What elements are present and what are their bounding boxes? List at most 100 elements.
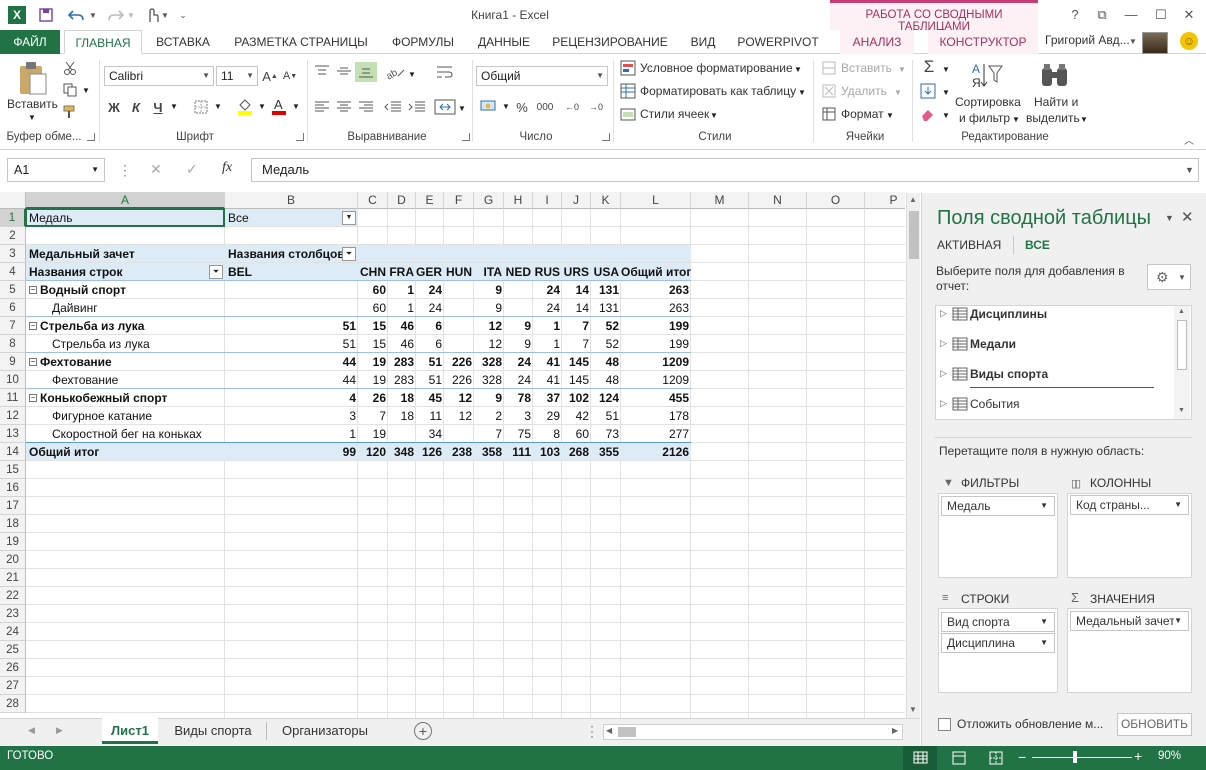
value-cell[interactable]: 15 [358, 317, 388, 335]
expand-icon[interactable]: ▷ [940, 308, 947, 319]
paste-dropdown-icon[interactable]: ▼ [28, 113, 36, 122]
row-header-13[interactable]: 13 [0, 425, 26, 443]
tab-analyze[interactable]: АНАЛИЗ [840, 30, 914, 54]
value-cell[interactable]: 263 [621, 299, 691, 317]
field-table-item[interactable]: ▷ Дисциплины [936, 306, 1172, 328]
value-cell[interactable]: 328 [474, 353, 504, 371]
hscroll-right-icon[interactable]: ▶ [892, 726, 898, 735]
column-header-a[interactable]: A [26, 192, 225, 209]
column-header-g[interactable]: G [474, 192, 504, 209]
row-header-12[interactable]: 12 [0, 407, 26, 425]
find-select-dropdown-icon[interactable]: ▼ [1080, 115, 1088, 124]
formula-input[interactable]: Медаль [251, 158, 1199, 182]
sheet-tab-hosts[interactable]: Организаторы [270, 718, 380, 744]
zoom-level[interactable]: 90% [1158, 750, 1181, 762]
row-header-17[interactable]: 17 [0, 497, 26, 515]
filter-value-cell[interactable]: Все [225, 209, 358, 227]
align-middle-icon[interactable] [336, 64, 352, 78]
row-header-15[interactable]: 15 [0, 461, 26, 479]
filter-field-medal[interactable]: Медаль ▼ [941, 496, 1055, 516]
format-cells-button[interactable]: Формат [841, 107, 884, 121]
value-cell[interactable]: 60 [358, 299, 388, 317]
grand-total-value[interactable]: 99 [225, 443, 358, 461]
value-cell[interactable]: 78 [504, 389, 533, 407]
country-header[interactable]: GER [416, 263, 444, 281]
value-cell[interactable]: 7 [474, 425, 504, 443]
grand-total-value[interactable]: 2126 [621, 443, 691, 461]
autosum-icon[interactable]: Σ [920, 57, 938, 76]
value-cell[interactable]: 73 [591, 425, 621, 443]
orientation-icon[interactable]: ab [384, 64, 406, 80]
value-cell[interactable] [225, 281, 358, 299]
column-header-l[interactable]: L [621, 192, 691, 209]
tab-data[interactable]: ДАННЫЕ [472, 30, 536, 54]
column-header-h[interactable]: H [504, 192, 533, 209]
value-cell[interactable]: 29 [533, 407, 562, 425]
value-cell[interactable] [504, 281, 533, 299]
tab-file[interactable]: ФАЙЛ [0, 30, 60, 54]
scroll-down-icon[interactable]: ▼ [909, 705, 917, 714]
grand-total-value[interactable]: 348 [388, 443, 416, 461]
value-cell[interactable]: 51 [225, 335, 358, 353]
cut-icon[interactable] [62, 60, 78, 76]
tab-all-fields[interactable]: ВСЕ [1025, 238, 1050, 252]
font-color-dropdown-icon[interactable]: ▼ [292, 102, 300, 111]
fill-color-icon[interactable] [236, 96, 254, 116]
value-cell[interactable]: 328 [474, 371, 504, 389]
row-header-21[interactable]: 21 [0, 569, 26, 587]
sort-filter-label-1[interactable]: Сортировка [955, 95, 1021, 109]
value-cell[interactable]: 51 [225, 317, 358, 335]
row-header-14[interactable]: 14 [0, 443, 26, 461]
row-label-cell[interactable]: Дайвинг [26, 299, 225, 317]
pane-options-icon[interactable]: ▼ [1165, 213, 1174, 223]
find-select-label-2[interactable]: выделить [1026, 111, 1080, 125]
fill-color-dropdown-icon[interactable]: ▼ [258, 102, 266, 111]
normal-view-button[interactable] [903, 746, 937, 770]
value-cell[interactable]: 46 [388, 317, 416, 335]
defer-update-checkbox[interactable] [938, 718, 951, 731]
tab-home[interactable]: ГЛАВНАЯ [64, 30, 142, 54]
format-as-table-button[interactable]: Форматировать как таблицу [640, 84, 796, 98]
field-table-item[interactable]: ▷ Медали [936, 336, 1172, 358]
country-header[interactable]: BEL [225, 263, 358, 281]
value-cell[interactable] [444, 281, 474, 299]
value-cell[interactable]: 145 [562, 371, 591, 389]
decrease-decimal-icon[interactable]: →0 [586, 98, 606, 116]
tab-split-grip-icon[interactable]: ⋮ [585, 723, 599, 740]
value-cell[interactable]: 9 [474, 299, 504, 317]
number-format-combo[interactable]: Общий ▼ [476, 66, 608, 86]
sheet-tab-list1[interactable]: Лист1 [102, 718, 158, 744]
value-cell[interactable]: 131 [591, 299, 621, 317]
percent-icon[interactable]: % [514, 98, 530, 116]
row-header-23[interactable]: 23 [0, 605, 26, 623]
country-header[interactable]: FRA [388, 263, 416, 281]
font-color-icon[interactable]: A [270, 96, 288, 116]
tab-powerpivot[interactable]: POWERPIVOT [732, 30, 824, 54]
close-button[interactable]: ✕ [1178, 5, 1200, 25]
insert-cells-button[interactable]: Вставить [841, 61, 892, 75]
new-sheet-icon[interactable]: + [414, 722, 432, 740]
row-header-3[interactable]: 3 [0, 245, 26, 263]
country-header[interactable]: HUN [444, 263, 474, 281]
align-bottom-icon[interactable] [355, 62, 377, 82]
row-label-cell[interactable]: Фехтование [26, 353, 225, 371]
wrap-text-icon[interactable] [436, 64, 454, 80]
row-header-19[interactable]: 19 [0, 533, 26, 551]
collapse-icon[interactable]: − [29, 322, 37, 330]
value-cell[interactable]: 52 [591, 335, 621, 353]
value-cell[interactable]: 3 [225, 407, 358, 425]
fill-dropdown-icon[interactable]: ▼ [942, 88, 950, 97]
value-cell[interactable] [225, 299, 358, 317]
field-scroll-up-icon[interactable]: ▲ [1178, 308, 1185, 315]
value-cell[interactable]: 277 [621, 425, 691, 443]
row-header-20[interactable]: 20 [0, 551, 26, 569]
cell-styles-icon[interactable] [620, 106, 636, 122]
value-cell[interactable]: 41 [533, 353, 562, 371]
horizontal-scrollbar[interactable]: ◀ ▶ [603, 724, 903, 740]
value-cell[interactable]: 9 [504, 335, 533, 353]
bold-button[interactable]: Ж [106, 98, 122, 116]
row-label-cell[interactable]: Стрельба из лука [26, 317, 225, 335]
conditional-format-icon[interactable] [620, 60, 636, 76]
decrease-indent-icon[interactable] [384, 100, 402, 114]
value-cell[interactable]: 7 [562, 317, 591, 335]
